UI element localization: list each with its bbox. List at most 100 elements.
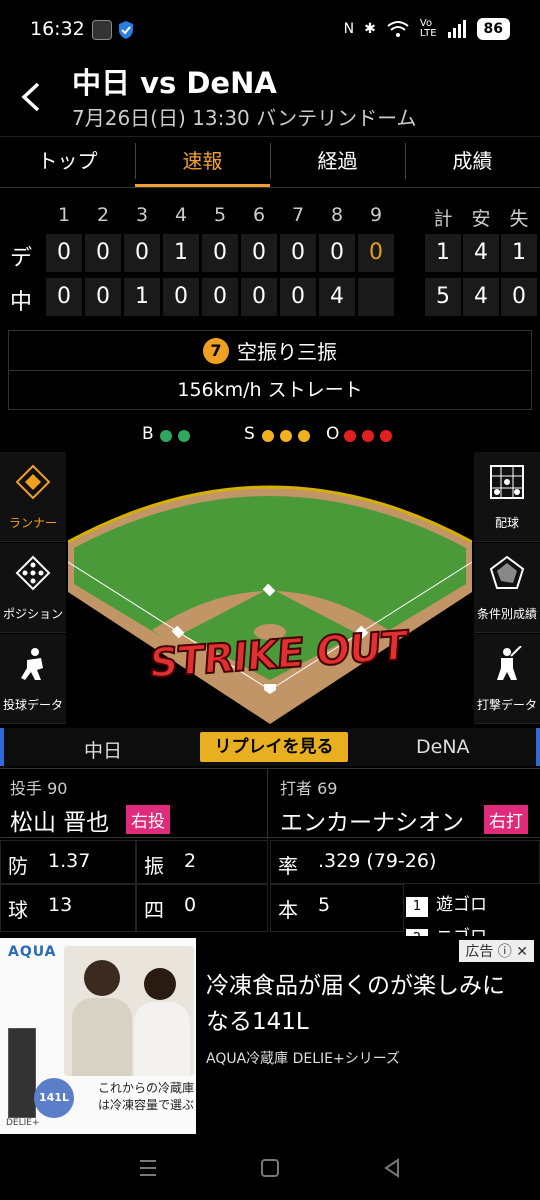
menu-split-stats-label: 条件別成績 [476, 607, 537, 621]
ball-dot [178, 430, 190, 442]
play-number-badge: 7 [203, 337, 229, 364]
inning-score: 0 [46, 278, 82, 316]
menu-batting-data-label: 打撃データ [476, 698, 537, 712]
matchup-panel: 投手 90 松山 晋也 右投 打者 69 エンカーナシオン 右打 [0, 768, 540, 839]
out-dot [380, 430, 392, 442]
menu-runner-label: ランナー [8, 516, 57, 530]
game-subtitle: 7月26日(日) 13:30 バンテリンドーム [72, 106, 417, 130]
menu-pitch-data-label: 投球データ [2, 698, 63, 712]
inning-score [358, 278, 394, 316]
game-title: 中日 vs DeNA [72, 66, 277, 100]
field-graphic [68, 485, 472, 724]
home-team-label: 中日 [84, 740, 123, 762]
tab-stats[interactable]: 成績 [405, 137, 540, 187]
inning-score: 1 [124, 278, 160, 316]
list-item: 2ニゴロ [406, 922, 487, 936]
ball-count: BSO [0, 422, 540, 448]
at-bat-list: 1遊ゴロ 2ニゴロ [406, 884, 540, 936]
volte-icon: Vo LTE [419, 18, 437, 39]
total-score: 1 [425, 234, 461, 272]
play-result: 空振り三振 [237, 340, 337, 364]
strike-dot [262, 430, 274, 442]
batter-icon [497, 646, 522, 680]
pitcher-name: 松山 晋也 [10, 810, 110, 836]
total-score: 1 [501, 234, 537, 272]
ad-badge[interactable]: 広告 ⓘ ✕ [459, 940, 534, 962]
inning-score: 0 [280, 234, 316, 272]
inning-header: 2 [96, 204, 110, 226]
pitcher-role: 投手 90 [10, 779, 68, 798]
ad-image-text: これからの冷蔵庫は冷凍容量で選ぶ [98, 1081, 195, 1112]
runner-diamond-icon [15, 464, 51, 500]
batter-role: 打者 69 [280, 779, 338, 798]
ad-brand: AQUA [8, 944, 57, 960]
tab-live[interactable]: 速報 [135, 137, 270, 187]
menu-batting-data[interactable]: 打撃データ [474, 634, 540, 724]
scoreboard: 123456789計安失デ000100000141中00100004540 [0, 196, 540, 320]
status-time: 16:32 [30, 18, 85, 40]
menu-pitch-data[interactable]: 投球データ [0, 634, 66, 724]
inning-score: 0 [163, 278, 199, 316]
pitch-info: 156km/h ストレート [177, 379, 363, 401]
inning-header: 8 [330, 204, 344, 226]
total-score: 5 [425, 278, 461, 316]
menu-pitch-location[interactable]: 配球 [474, 452, 540, 542]
recent-apps-icon[interactable] [138, 1158, 158, 1178]
menu-split-stats[interactable]: 条件別成績 [474, 543, 540, 633]
pitch-grid-icon [490, 465, 524, 499]
inning-score: 0 [241, 234, 277, 272]
tab-progress[interactable]: 経過 [270, 137, 405, 187]
ball-count-label: B [142, 424, 154, 444]
total-header: 失 [509, 208, 529, 230]
away-team-label: DeNA [416, 736, 470, 758]
team-label: 中 [10, 290, 33, 315]
out-dot [362, 430, 374, 442]
pitcher-card[interactable]: 投手 90 松山 晋也 右投 [0, 769, 268, 839]
out-count-label: O [326, 424, 340, 444]
total-header: 安 [471, 208, 491, 230]
batter-card[interactable]: 打者 69 エンカーナシオン 右打 [270, 769, 538, 839]
total-score: 0 [501, 278, 537, 316]
app-notification-icon [92, 20, 112, 40]
baseball-field: STRIKE OUT [68, 452, 472, 724]
tab-bar: トップ 速報 経過 成績 [0, 136, 540, 188]
home-icon[interactable] [260, 1158, 280, 1178]
list-item: 1 遊ゴロ [406, 890, 487, 917]
inning-score: 1 [163, 234, 199, 272]
ad-image[interactable]: AQUA 141L DELIE+ これからの冷蔵庫は冷凍容量で選ぶ [0, 938, 196, 1134]
menu-runner[interactable]: ランナー [0, 452, 66, 542]
replay-bar: 中日 リプレイを見る DeNA [0, 728, 540, 766]
back-nav-icon[interactable] [382, 1158, 402, 1178]
total-header: 計 [433, 208, 453, 230]
tab-top[interactable]: トップ [0, 137, 135, 187]
inning-score: 0 [46, 234, 82, 272]
inning-score: 0 [241, 278, 277, 316]
inning-header: 6 [252, 204, 266, 226]
batter-hand-badge: 右打 [484, 805, 528, 834]
inning-score: 0 [358, 234, 394, 272]
inning-score: 0 [202, 234, 238, 272]
battery-indicator: 86 [476, 18, 510, 40]
fridge-illustration [8, 1028, 36, 1118]
ad-model-label: DELIE+ [6, 1118, 40, 1128]
watch-replay-button[interactable]: リプレイを見る [200, 732, 348, 762]
inning-header: 5 [213, 204, 227, 226]
inning-header: 7 [291, 204, 305, 226]
menu-position[interactable]: ポジション [0, 543, 66, 633]
team-label: デ [10, 246, 33, 271]
batter-name: エンカーナシオン [280, 810, 464, 836]
back-arrow-icon[interactable] [18, 80, 46, 114]
wifi-icon [387, 21, 409, 37]
inning-score: 0 [85, 278, 121, 316]
strike-dot [298, 430, 310, 442]
strike-dot [280, 430, 292, 442]
bluetooth-icon: ✱ [364, 21, 376, 37]
menu-position-label: ポジション [2, 607, 63, 621]
inning-score: 0 [202, 278, 238, 316]
ad-subtext: AQUA冷蔵庫 DELIE+シリーズ [206, 1051, 401, 1067]
ad-size-badge: 141L [34, 1078, 74, 1118]
shield-icon [119, 21, 133, 39]
advertisement[interactable]: AQUA 141L DELIE+ これからの冷蔵庫は冷凍容量で選ぶ 広告 ⓘ ✕… [0, 938, 540, 1134]
inning-score: 0 [319, 234, 355, 272]
inning-score: 0 [124, 234, 160, 272]
